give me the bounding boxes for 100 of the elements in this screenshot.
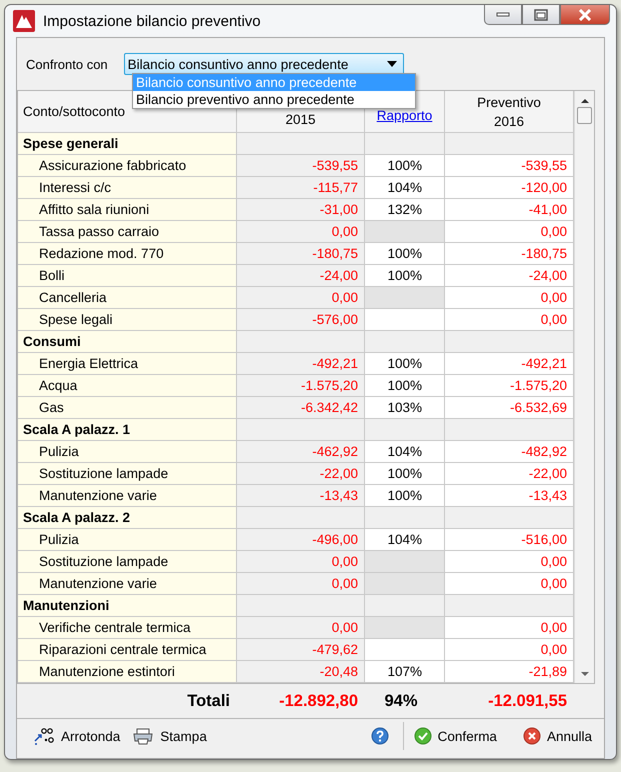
account-label: Manutenzione varie: [18, 485, 237, 507]
table-cell: 100%: [365, 375, 445, 397]
account-label: Pulizia: [18, 441, 237, 463]
table-cell[interactable]: 0,00: [445, 617, 574, 639]
table-cell: -479,62: [237, 639, 365, 661]
account-label: Riparazioni centrale termica: [18, 639, 237, 661]
account-label: Pulizia: [18, 529, 237, 551]
table-cell: 0,00: [237, 551, 365, 573]
column-header: Conto/sottoconto: [23, 103, 126, 121]
table-cell[interactable]: -482,92: [445, 441, 574, 463]
group-label: Scala A palazz. 2: [18, 507, 237, 529]
table-cell[interactable]: -41,00: [445, 199, 574, 221]
table-cell: -1.575,20: [237, 375, 365, 397]
account-label: Gas: [18, 397, 237, 419]
account-label: Sostituzione lampade: [18, 463, 237, 485]
totals-label: Totali: [187, 692, 231, 710]
table-cell[interactable]: 0,00: [445, 551, 574, 573]
table-cell: -20,48: [237, 661, 365, 683]
table-cell: -31,00: [237, 199, 365, 221]
table-cell: 0,00: [237, 617, 365, 639]
dropdown-option[interactable]: Bilancio preventivo anno precedente: [133, 91, 415, 108]
table-cell[interactable]: -120,00: [445, 177, 574, 199]
account-label: Manutenzione estintori: [18, 661, 237, 683]
cancel-button[interactable]: Annulla: [516, 725, 598, 747]
table-cell[interactable]: -22,00: [445, 463, 574, 485]
table-cell: 0,00: [237, 573, 365, 595]
scroll-down-icon[interactable]: [580, 670, 590, 678]
table-cell: -115,77: [237, 177, 365, 199]
table-cell[interactable]: 0,00: [445, 221, 574, 243]
table-cell: 100%: [365, 155, 445, 177]
table-cell[interactable]: 0,00: [445, 639, 574, 661]
table-cell: 103%: [365, 397, 445, 419]
maximize-button[interactable]: [522, 5, 560, 25]
table-cell[interactable]: -13,43: [445, 485, 574, 507]
caret-icon: [386, 61, 397, 67]
table-cell: 132%: [365, 199, 445, 221]
table-cell: 104%: [365, 177, 445, 199]
table-cell: -496,00: [237, 529, 365, 551]
cancel-icon: [522, 727, 541, 745]
compare-dropdown[interactable]: Bilancio consuntivo anno precedente: [124, 53, 404, 75]
table-cell: 100%: [365, 243, 445, 265]
account-label: Cancelleria: [18, 287, 237, 309]
table-cell: -180,75: [237, 243, 365, 265]
dropdown-option[interactable]: Bilancio consuntivo anno precedente: [133, 74, 415, 91]
total-value: -12.091,55: [488, 692, 568, 710]
scrollbar-thumb[interactable]: [577, 107, 592, 124]
table-cell[interactable]: -539,55: [445, 155, 574, 177]
account-label: Energia Elettrica: [18, 353, 237, 375]
table-cell: -462,92: [237, 441, 365, 463]
table-cell[interactable]: -6.532,69: [445, 397, 574, 419]
group-label: Scala A palazz. 1: [18, 419, 237, 441]
close-icon: [578, 8, 592, 20]
table-cell[interactable]: 0,00: [445, 309, 574, 331]
table-cell: -492,21: [237, 353, 365, 375]
app-logo-icon: [13, 10, 35, 32]
help-icon: [370, 727, 389, 745]
scrollbar[interactable]: [574, 91, 594, 683]
printer-icon: [132, 727, 154, 745]
account-label: Affitto sala riunioni: [18, 199, 237, 221]
account-label: Manutenzione varie: [18, 573, 237, 595]
table-cell: -13,43: [237, 485, 365, 507]
table-cell: 0,00: [237, 221, 365, 243]
close-button[interactable]: [560, 5, 610, 25]
table-cell: 100%: [365, 463, 445, 485]
decimal-digits-icon: [33, 727, 55, 745]
account-label: Verifiche centrale termica: [18, 617, 237, 639]
table-cell: -539,55: [237, 155, 365, 177]
table-cell[interactable]: -24,00: [445, 265, 574, 287]
table-cell: -6.342,42: [237, 397, 365, 419]
table-cell: 104%: [365, 441, 445, 463]
table-cell: 104%: [365, 529, 445, 551]
round-button[interactable]: Arrotonda: [27, 725, 126, 747]
table-cell: 100%: [365, 265, 445, 287]
window-title: Impostazione bilancio preventivo: [43, 12, 261, 30]
table-cell[interactable]: -516,00: [445, 529, 574, 551]
table-cell[interactable]: -21,89: [445, 661, 574, 683]
table-cell[interactable]: -1.575,20: [445, 375, 574, 397]
table-cell: 100%: [365, 353, 445, 375]
account-label: Tassa passo carraio: [18, 221, 237, 243]
account-label: Assicurazione fabbricato: [18, 155, 237, 177]
scroll-up-icon[interactable]: [580, 97, 590, 105]
confirm-button[interactable]: Conferma: [408, 725, 503, 747]
account-label: Bolli: [18, 265, 237, 287]
table-cell[interactable]: -492,21: [445, 353, 574, 375]
maximize-icon: [534, 8, 548, 20]
account-label: Redazione mod. 770: [18, 243, 237, 265]
table-cell: 107%: [365, 661, 445, 683]
table-cell: 100%: [365, 485, 445, 507]
minimize-icon: [496, 12, 510, 18]
table-cell[interactable]: 0,00: [445, 573, 574, 595]
table-cell: -24,00: [237, 265, 365, 287]
group-label: Manutenzioni: [18, 595, 237, 617]
account-label: Spese legali: [18, 309, 237, 331]
table-cell[interactable]: -180,75: [445, 243, 574, 265]
minimize-button[interactable]: [484, 5, 522, 25]
print-button[interactable]: Stampa: [126, 725, 213, 747]
table-cell[interactable]: 0,00: [445, 287, 574, 309]
column-header: 2015: [285, 111, 316, 129]
compare-label: Confronto con: [26, 56, 108, 72]
group-label: Consumi: [18, 331, 237, 353]
